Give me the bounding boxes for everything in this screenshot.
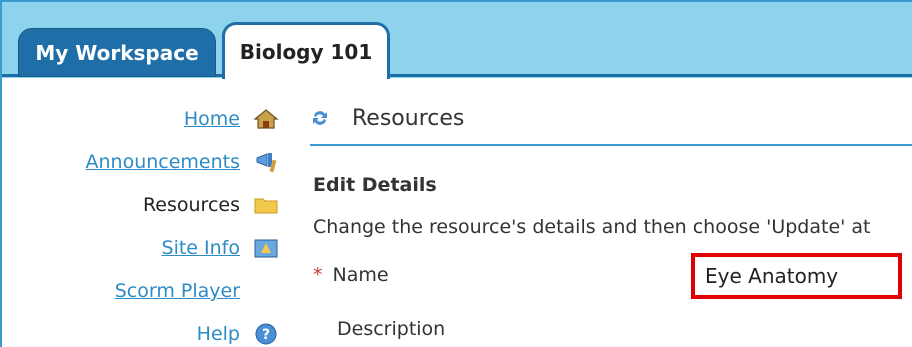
nav-item-resources[interactable]: Resources [143,190,280,220]
refresh-icon[interactable] [310,108,330,128]
nav-item-announcements[interactable]: Announcements [85,147,280,177]
section-title: Edit Details [313,174,437,196]
nav-item-label: Resources [142,194,240,216]
site-info-icon [252,236,280,260]
nav-item-scorm-player[interactable]: Scorm Player [115,276,240,306]
nav-item-label[interactable]: Site Info [162,237,240,259]
nav-item-help[interactable]: Help ? [197,319,280,347]
instructions-text: Change the resource's details and then c… [313,216,871,238]
description-label: Description [337,318,446,340]
name-input[interactable]: Eye Anatomy [691,253,902,299]
help-icon: ? [252,322,280,346]
tool-header: Resources [310,96,912,140]
home-icon [252,107,280,131]
nav-item-label[interactable]: Help [197,323,240,345]
page-title: Resources [352,105,465,131]
folder-icon [252,193,280,217]
nav-item-label[interactable]: Announcements [85,151,240,173]
name-label: Name [332,264,389,286]
name-field-row: * Name [313,264,389,286]
tab-my-workspace[interactable]: My Workspace [18,28,216,77]
svg-text:?: ? [262,327,270,343]
nav-item-label[interactable]: Scorm Player [115,280,240,302]
nav-item-site-info[interactable]: Site Info [162,233,280,263]
nav-item-label[interactable]: Home [184,108,240,130]
required-marker: * [313,264,323,286]
nav-item-home[interactable]: Home [184,104,280,134]
header-divider [310,144,912,146]
tab-biology-101[interactable]: Biology 101 [222,22,390,79]
megaphone-icon [252,150,280,174]
